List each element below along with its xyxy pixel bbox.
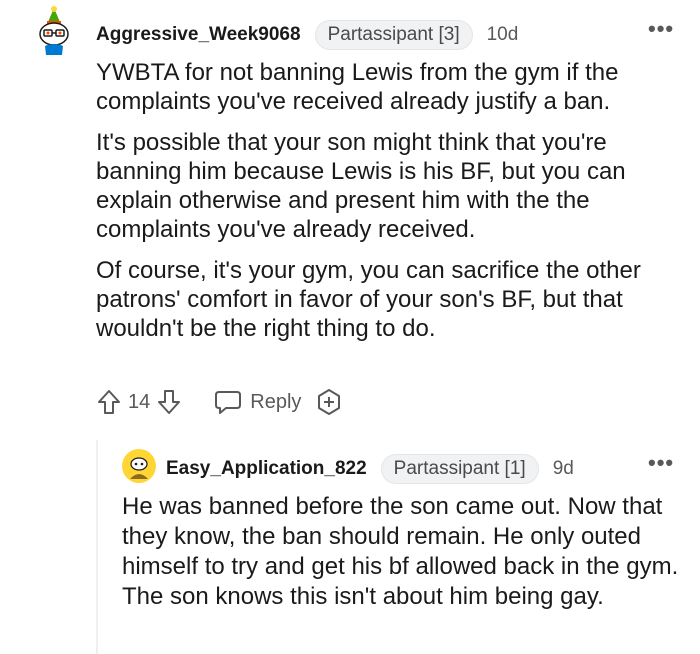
thread-line[interactable]: [96, 440, 98, 654]
avatar[interactable]: [32, 6, 76, 56]
comment-body: YWBTA for not banning Lewis from the gym…: [96, 58, 686, 355]
reply-button[interactable]: Reply: [214, 389, 301, 415]
comment-actions: 14 Reply: [96, 388, 343, 416]
vote-count: 14: [128, 390, 151, 413]
comment-paragraph: It's possible that your son might think …: [96, 129, 626, 243]
username[interactable]: Aggressive_Week9068: [96, 24, 301, 46]
comment-paragraph: He was banned before the son came out. N…: [122, 493, 679, 610]
comment-age: 10d: [486, 24, 519, 45]
comment-paragraph: YWBTA for not banning Lewis from the gym…: [96, 59, 619, 115]
avatar[interactable]: [122, 449, 156, 483]
comment-paragraph: Of course, it's your gym, you can sacrif…: [96, 257, 641, 342]
user-flair: Partassipant [1]: [380, 454, 539, 484]
username[interactable]: Easy_Application_822: [166, 458, 367, 480]
reply-label: Reply: [250, 390, 302, 413]
comment-age: 9d: [552, 458, 574, 479]
more-options-icon[interactable]: •••: [648, 16, 674, 42]
comment-header: Easy_Application_822 Partassipant [1] 9d: [166, 454, 574, 484]
comment-header: Aggressive_Week9068 Partassipant [3] 10d: [96, 20, 518, 50]
award-icon[interactable]: [315, 388, 343, 416]
user-flair: Partassipant [3]: [314, 20, 473, 50]
upvote-icon[interactable]: [96, 388, 122, 416]
downvote-icon[interactable]: [156, 388, 182, 416]
comment-body: He was banned before the son came out. N…: [122, 492, 692, 624]
reply-icon: [214, 389, 242, 415]
more-options-icon[interactable]: •••: [648, 450, 674, 476]
